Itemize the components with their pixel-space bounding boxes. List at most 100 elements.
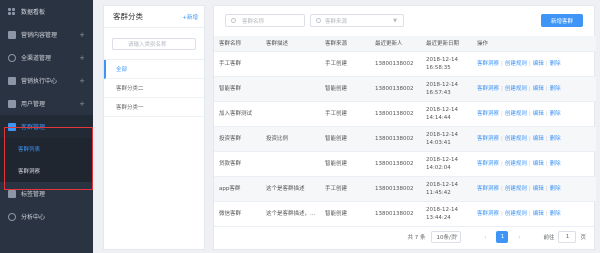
insight-link[interactable]: 客群洞察 xyxy=(477,186,499,192)
sidebar-item-group[interactable]: 客群管理 xyxy=(0,115,93,138)
cell-updater: 13800138002 xyxy=(370,176,421,202)
chevron-down-icon: ▼ xyxy=(393,18,397,24)
delete-link[interactable]: 删除 xyxy=(550,61,561,67)
current-page[interactable]: 1 xyxy=(496,231,509,243)
dashboard-icon xyxy=(8,7,16,16)
cell-source: 手工创建 xyxy=(320,101,370,127)
sidebar-item-label: 全渠道管理 xyxy=(21,55,52,62)
cell-date: 2018-12-14 14:14:44 xyxy=(421,101,472,127)
cell-source: 手工创建 xyxy=(320,51,370,77)
column-header: 客群描述 xyxy=(261,36,320,52)
create-rule-link[interactable]: 创建规则 xyxy=(505,111,527,117)
create-rule-link[interactable]: 创建规则 xyxy=(505,61,527,67)
expand-icon[interactable]: + xyxy=(79,31,85,39)
category-item[interactable]: 全部 xyxy=(104,60,204,79)
page-jump-input[interactable]: 1 xyxy=(558,231,577,243)
cell-desc xyxy=(261,151,320,177)
delete-link[interactable]: 删除 xyxy=(550,161,561,167)
category-item[interactable]: 客群分类一 xyxy=(104,98,204,117)
cell-updater: 13800138002 xyxy=(370,151,421,177)
table-row: app客群 这个是客群描述 手工创建 13800138002 2018-12-1… xyxy=(214,176,596,202)
cell-date: 2018-12-14 14:02:04 xyxy=(421,151,472,177)
collapse-icon[interactable] xyxy=(80,126,85,128)
create-rule-link[interactable]: 创建规则 xyxy=(505,86,527,92)
cell-source: 智能创建 xyxy=(320,126,370,152)
expand-icon[interactable]: + xyxy=(79,77,85,85)
sidebar-item-channel[interactable]: 全渠道管理 + xyxy=(0,46,93,69)
expand-icon[interactable]: + xyxy=(79,54,85,62)
create-rule-link[interactable]: 创建规则 xyxy=(505,161,527,167)
prev-page-button[interactable]: ‹ xyxy=(479,231,491,243)
add-category-button[interactable]: +新增 xyxy=(182,13,198,21)
edit-link[interactable]: 编辑 xyxy=(533,136,544,142)
insight-link[interactable]: 客群洞察 xyxy=(477,136,499,142)
sidebar-item-dashboard[interactable]: 数据看板 xyxy=(0,0,93,23)
cell-name: 加入客群测试 xyxy=(214,101,261,127)
column-header: 客群名称 xyxy=(214,36,261,52)
cell-date: 2018-12-14 16:57:43 xyxy=(421,76,472,102)
table-row: 贷款客群 智能创建 13800138002 2018-12-14 14:02:0… xyxy=(214,151,596,177)
sidebar-item-tag[interactable]: 标签管理 xyxy=(0,182,93,205)
delete-link[interactable]: 删除 xyxy=(550,186,561,192)
create-rule-link[interactable]: 创建规则 xyxy=(505,186,527,192)
sidebar-subitem-group-insight[interactable]: 客群洞察 xyxy=(0,160,93,182)
cell-name: app客群 xyxy=(214,176,261,202)
next-page-button[interactable]: › xyxy=(513,231,525,243)
create-rule-link[interactable]: 创建规则 xyxy=(505,211,527,217)
analysis-icon xyxy=(8,212,16,221)
category-search-input[interactable]: 请输入类别名称 xyxy=(112,38,196,50)
search-icon xyxy=(231,18,236,23)
sidebar-item-analysis[interactable]: 分析中心 xyxy=(0,205,93,228)
edit-link[interactable]: 编辑 xyxy=(533,186,544,192)
cell-updater: 13800138002 xyxy=(370,51,421,77)
cell-source: 智能创建 xyxy=(320,76,370,102)
sidebar-item-label: 标签管理 xyxy=(21,191,46,198)
delete-link[interactable]: 删除 xyxy=(550,86,561,92)
edit-link[interactable]: 编辑 xyxy=(533,86,544,92)
cell-date: 2018-12-14 13:44:24 xyxy=(421,201,472,227)
cell-updater: 13800138002 xyxy=(370,126,421,152)
cell-desc xyxy=(261,51,320,77)
edit-link[interactable]: 编辑 xyxy=(533,61,544,67)
create-rule-link[interactable]: 创建规则 xyxy=(505,136,527,142)
insight-link[interactable]: 客群洞察 xyxy=(477,211,499,217)
sidebar-item-content[interactable]: 营销内容管理 + xyxy=(0,23,93,46)
insight-link[interactable]: 客群洞察 xyxy=(477,111,499,117)
group-list-panel: 客群名称 客群来源 ▼ 新增客群 客群名称 客群描述 客群来源 最近更新人 最近… xyxy=(213,5,596,250)
delete-link[interactable]: 删除 xyxy=(550,211,561,217)
total-count: 共 7 条 xyxy=(407,235,426,241)
channel-icon xyxy=(8,53,16,62)
insight-link[interactable]: 客群洞察 xyxy=(477,86,499,92)
delete-link[interactable]: 删除 xyxy=(550,111,561,117)
expand-icon[interactable]: + xyxy=(79,100,85,108)
sidebar-item-user[interactable]: 用户管理 + xyxy=(0,92,93,115)
cell-ops: 客群洞察 | 创建规则 | 编辑 | 删除 xyxy=(472,151,596,177)
category-header: 客群分类 +新增 xyxy=(104,6,204,28)
pagination: 共 7 条 10条/页 ▼ ‹ 1 › 前往 1 页 xyxy=(407,231,586,243)
cell-source: 智能创建 xyxy=(320,201,370,227)
insight-link[interactable]: 客群洞察 xyxy=(477,161,499,167)
group-source-select[interactable]: 客群来源 ▼ xyxy=(310,14,404,27)
cell-name: 智能客群 xyxy=(214,76,261,102)
tag-icon xyxy=(8,189,16,198)
cell-desc xyxy=(261,76,320,102)
cell-updater: 13800138002 xyxy=(370,76,421,102)
cell-date: 2018-12-14 14:03:41 xyxy=(421,126,472,152)
cell-name: 手工客群 xyxy=(214,51,261,77)
edit-link[interactable]: 编辑 xyxy=(533,211,544,217)
column-header: 最近更新日期 xyxy=(421,36,472,52)
cell-date: 2018-12-14 16:58:35 xyxy=(421,51,472,77)
group-name-input[interactable]: 客群名称 xyxy=(225,14,305,27)
page-size-select[interactable]: 10条/页 ▼ xyxy=(431,231,462,243)
delete-link[interactable]: 删除 xyxy=(550,136,561,142)
cell-ops: 客群洞察 | 创建规则 | 编辑 | 删除 xyxy=(472,101,596,127)
edit-link[interactable]: 编辑 xyxy=(533,111,544,117)
sidebar-subitem-group-list[interactable]: 客群列表 xyxy=(0,138,93,160)
column-header: 客群来源 xyxy=(320,36,370,52)
column-header: 最近更新人 xyxy=(370,36,421,52)
category-item[interactable]: 客群分类二 xyxy=(104,79,204,98)
edit-link[interactable]: 编辑 xyxy=(533,161,544,167)
add-group-button[interactable]: 新增客群 xyxy=(541,14,583,27)
insight-link[interactable]: 客群洞察 xyxy=(477,61,499,67)
sidebar-item-execute[interactable]: 营销执行中心 + xyxy=(0,69,93,92)
